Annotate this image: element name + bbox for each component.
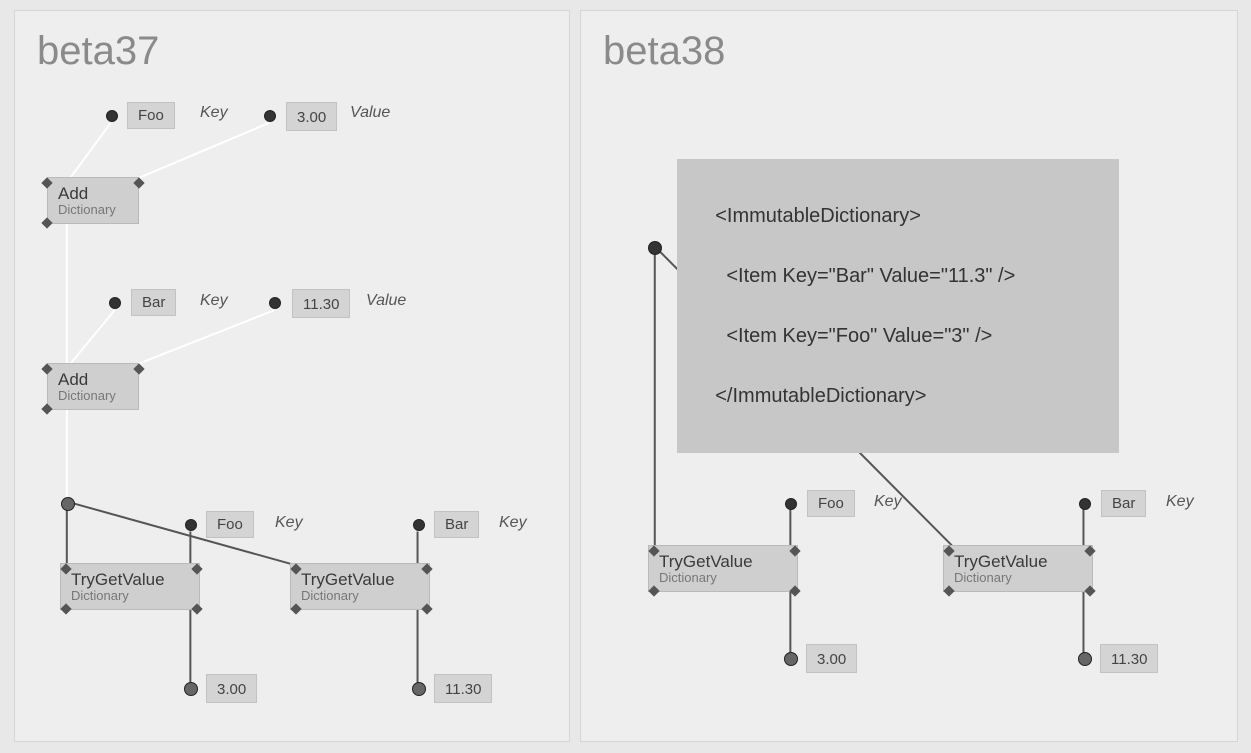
node-title: TryGetValue	[659, 552, 753, 571]
out-dot	[184, 682, 198, 696]
output-11: 11.30	[434, 674, 492, 703]
node-sub: Dictionary	[58, 388, 128, 403]
pin-label-value: Value	[366, 292, 406, 310]
pin-label-key: Key	[200, 104, 228, 122]
value-bar-2[interactable]: Bar	[434, 511, 479, 538]
pin-dot	[1079, 498, 1091, 510]
node-title: TryGetValue	[301, 570, 395, 589]
output-3: 3.00	[806, 644, 857, 673]
pin-label-key: Key	[275, 514, 303, 532]
value-foo[interactable]: Foo	[807, 490, 855, 517]
junction-dot	[61, 497, 75, 511]
node-sub: Dictionary	[301, 588, 419, 603]
xml-out-dot	[648, 241, 662, 255]
xml-line-1: <ImmutableDictionary>	[715, 205, 921, 227]
output-3: 3.00	[206, 674, 257, 703]
node-trygetvalue-2[interactable]: TryGetValue Dictionary	[943, 545, 1093, 592]
pin-dot	[109, 297, 121, 309]
value-bar[interactable]: Bar	[131, 289, 176, 316]
out-dot	[784, 652, 798, 666]
node-trygetvalue-1[interactable]: TryGetValue Dictionary	[60, 563, 200, 610]
out-dot	[412, 682, 426, 696]
pin-dot	[264, 110, 276, 122]
panel-title-left: beta37	[37, 29, 159, 74]
pin-label-key: Key	[1166, 493, 1194, 511]
value-foo[interactable]: Foo	[127, 102, 175, 129]
pin-label-key: Key	[200, 292, 228, 310]
panel-beta37: beta37 Foo Key 3.00 Value Add Dictionary…	[14, 10, 570, 742]
node-title: TryGetValue	[954, 552, 1048, 571]
node-sub: Dictionary	[58, 202, 128, 217]
pin-label-value: Value	[350, 104, 390, 122]
out-dot	[1078, 652, 1092, 666]
pin-dot	[785, 498, 797, 510]
value-11[interactable]: 11.30	[292, 289, 350, 318]
node-sub: Dictionary	[659, 570, 787, 585]
output-11: 11.30	[1100, 644, 1158, 673]
node-title: Add	[58, 184, 88, 203]
pin-dot	[269, 297, 281, 309]
node-trygetvalue-2[interactable]: TryGetValue Dictionary	[290, 563, 430, 610]
value-bar[interactable]: Bar	[1101, 490, 1146, 517]
node-title: Add	[58, 370, 88, 389]
xml-line-4: </ImmutableDictionary>	[715, 385, 926, 407]
node-trygetvalue-1[interactable]: TryGetValue Dictionary	[648, 545, 798, 592]
panel-title-right: beta38	[603, 29, 725, 74]
pin-label-key: Key	[874, 493, 902, 511]
pin-dot	[106, 110, 118, 122]
xml-line-3: <Item Key="Foo" Value="3" />	[715, 325, 992, 347]
xml-line-2: <Item Key="Bar" Value="11.3" />	[715, 265, 1015, 287]
xml-definition-box[interactable]: <ImmutableDictionary> <Item Key="Bar" Va…	[677, 159, 1119, 453]
pin-label-key: Key	[499, 514, 527, 532]
node-add-1[interactable]: Add Dictionary	[47, 177, 139, 224]
panel-beta38: beta38 <ImmutableDictionary> <Item Key="…	[580, 10, 1238, 742]
value-3[interactable]: 3.00	[286, 102, 337, 131]
value-foo-2[interactable]: Foo	[206, 511, 254, 538]
node-sub: Dictionary	[954, 570, 1082, 585]
node-title: TryGetValue	[71, 570, 165, 589]
node-sub: Dictionary	[71, 588, 189, 603]
pin-dot	[185, 519, 197, 531]
node-add-2[interactable]: Add Dictionary	[47, 363, 139, 410]
pin-dot	[413, 519, 425, 531]
